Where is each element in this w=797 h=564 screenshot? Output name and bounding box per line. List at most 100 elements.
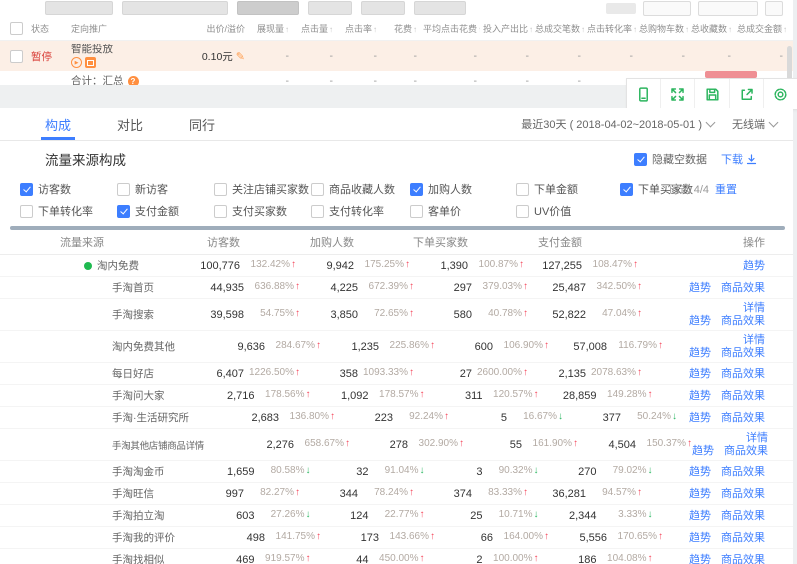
op-link[interactable]: 趋势 xyxy=(689,412,711,424)
toolbar-button-blurred[interactable] xyxy=(361,1,405,15)
op-link[interactable]: 趋势 xyxy=(689,466,711,478)
promotion-row: 暂停 智能投放 ▶ 0.10元✎----------- xyxy=(0,41,793,71)
op-link[interactable]: 商品效果 xyxy=(721,347,765,359)
metric-checkbox-2[interactable]: 关注店铺买家数 xyxy=(214,181,311,197)
row-checkbox[interactable] xyxy=(10,50,23,63)
metric-cell: 2,716178.56%↑ xyxy=(165,389,311,402)
table-row: 手淘首页 44,935636.88%↑4,225672.39%↑297379.0… xyxy=(0,276,793,298)
op-link[interactable]: 商品效果 xyxy=(721,466,765,478)
op-link[interactable]: 趋势 xyxy=(689,532,711,544)
save-icon[interactable] xyxy=(694,79,728,109)
edit-bid-icon[interactable]: ✎ xyxy=(236,51,245,63)
promo-column-header[interactable]: 总收藏数↑ xyxy=(688,22,734,35)
metric-cell: 99782.27%↑ xyxy=(154,487,300,500)
settings-icon[interactable] xyxy=(763,79,797,109)
op-link[interactable]: 趋势 xyxy=(689,347,711,359)
metric-checkbox-3[interactable]: 商品收藏人数 xyxy=(311,181,410,197)
toolbar-button-blurred[interactable] xyxy=(308,1,352,15)
dropdown-placeholder[interactable] xyxy=(643,1,691,16)
promo-column-header[interactable]: 花费↑ xyxy=(380,22,420,35)
col-add-to-cart: 加购人数 xyxy=(296,234,410,250)
tab-1[interactable]: 对比 xyxy=(117,108,143,140)
metric-cell: 272600.00%↑ xyxy=(414,367,528,380)
metric-cell: 2,1352078.63%↑ xyxy=(528,367,642,380)
fullscreen-icon[interactable] xyxy=(660,79,694,109)
op-link[interactable]: 详情 xyxy=(743,334,765,346)
metric-checkbox-12[interactable]: UV价值 xyxy=(516,203,620,219)
metric-checkbox-9[interactable]: 支付买家数 xyxy=(214,203,311,219)
op-link[interactable]: 趋势 xyxy=(689,315,711,327)
metric-cell: 9,636284.67%↑ xyxy=(175,340,321,353)
op-link[interactable]: 趋势 xyxy=(689,488,711,500)
op-link[interactable]: 详情 xyxy=(746,432,768,444)
promo-column-header[interactable]: 点击量↑ xyxy=(292,22,336,35)
metric-checkbox-11[interactable]: 客单价 xyxy=(410,203,516,219)
metric-cell: 25,487342.50%↑ xyxy=(528,281,642,294)
op-link[interactable]: 商品效果 xyxy=(721,282,765,294)
op-link[interactable]: 商品效果 xyxy=(724,445,768,457)
mobile-preview-icon[interactable] xyxy=(627,79,660,109)
select-all-checkbox[interactable] xyxy=(10,22,23,35)
op-link[interactable]: 趋势 xyxy=(689,510,711,522)
promo-column-header[interactable]: 总成交金额↑ xyxy=(734,22,786,35)
metric-checkbox-8[interactable]: 支付金额 xyxy=(117,203,214,219)
tab-2[interactable]: 同行 xyxy=(189,108,215,140)
more-data-button-placeholder[interactable] xyxy=(698,1,758,16)
op-link[interactable]: 商品效果 xyxy=(721,368,765,380)
vertical-scrollbar[interactable] xyxy=(787,46,792,80)
metric-cell: 498141.75%↑ xyxy=(175,531,321,544)
metric-cell: 516.67%↓ xyxy=(449,411,563,424)
reset-link[interactable]: 重置 xyxy=(715,184,737,196)
op-link[interactable]: 商品效果 xyxy=(721,390,765,402)
op-link[interactable]: 趋势 xyxy=(689,554,711,564)
promo-column-header[interactable]: 点击转化率↑ xyxy=(584,22,636,35)
op-link[interactable]: 趋势 xyxy=(689,368,711,380)
metric-cell: 1,65980.58%↓ xyxy=(165,465,311,478)
tab-0[interactable]: 构成 xyxy=(45,108,71,140)
menu-button-placeholder[interactable] xyxy=(765,1,783,16)
metric-checkbox-10[interactable]: 支付转化率 xyxy=(311,203,410,219)
promo-column-header[interactable]: 投入产出比↑ xyxy=(480,22,532,35)
metric-checkbox-4[interactable]: 加购人数 xyxy=(410,181,516,197)
export-icon[interactable] xyxy=(729,79,763,109)
date-range-selector[interactable]: 最近30天 ( 2018-04-02~2018-05-01 ) xyxy=(521,116,714,132)
row-operations: 详情趋势商品效果 xyxy=(663,334,793,359)
op-link[interactable]: 趋势 xyxy=(689,390,711,402)
op-link[interactable]: 趋势 xyxy=(743,260,765,272)
promo-column-header[interactable]: 平均点击花费↑ xyxy=(420,22,480,35)
download-link[interactable]: 下载 xyxy=(721,151,757,167)
op-link[interactable]: 商品效果 xyxy=(721,554,765,564)
checkbox-icon xyxy=(620,183,633,196)
op-link[interactable]: 商品效果 xyxy=(721,412,765,424)
op-link[interactable]: 详情 xyxy=(743,302,765,314)
select-all-cell xyxy=(0,22,28,35)
row-operations: 趋势商品效果 xyxy=(653,510,794,522)
traffic-composition-panel: 构成 对比 同行 最近30天 ( 2018-04-02~2018-05-01 ) 无… xyxy=(0,108,793,564)
metric-checkbox-1[interactable]: 新访客 xyxy=(117,181,214,197)
op-link[interactable]: 商品效果 xyxy=(721,315,765,327)
metric-cell: 2,683136.80%↑ xyxy=(189,411,335,424)
op-link[interactable]: 商品效果 xyxy=(721,510,765,522)
campaign-name[interactable]: 智能投放 xyxy=(71,44,165,55)
metric-checkbox-7[interactable]: 下单转化率 xyxy=(20,203,117,219)
promo-column-header[interactable]: 展现量↑ xyxy=(248,22,292,35)
toolbar-button-blurred[interactable] xyxy=(45,1,113,15)
metric-checkbox-0[interactable]: 访客数 xyxy=(20,181,117,197)
metric-cell: 44,935636.88%↑ xyxy=(154,281,300,294)
promo-column-header[interactable]: 总购物车数↑ xyxy=(636,22,688,35)
toolbar-button-blurred[interactable] xyxy=(414,1,466,15)
op-link[interactable]: 商品效果 xyxy=(721,488,765,500)
hide-empty-data-checkbox[interactable]: 隐藏空数据 xyxy=(634,151,707,167)
row-operations: 趋势 xyxy=(638,260,793,272)
metric-checkbox-5[interactable]: 下单金额 xyxy=(516,181,620,197)
red-highlight-strip xyxy=(705,71,757,78)
op-link[interactable]: 商品效果 xyxy=(721,532,765,544)
toolbar-button-blurred[interactable] xyxy=(122,1,228,15)
terminal-selector[interactable]: 无线端 xyxy=(732,116,777,132)
toolbar-button-blurred[interactable] xyxy=(237,1,299,15)
promo-column-header[interactable]: 点击率↑ xyxy=(336,22,380,35)
promo-column-header[interactable]: 总成交笔数↑ xyxy=(532,22,584,35)
metric-cell: 5,556170.65%↑ xyxy=(549,531,663,544)
op-link[interactable]: 趋势 xyxy=(689,282,711,294)
op-link[interactable]: 趋势 xyxy=(692,445,714,457)
